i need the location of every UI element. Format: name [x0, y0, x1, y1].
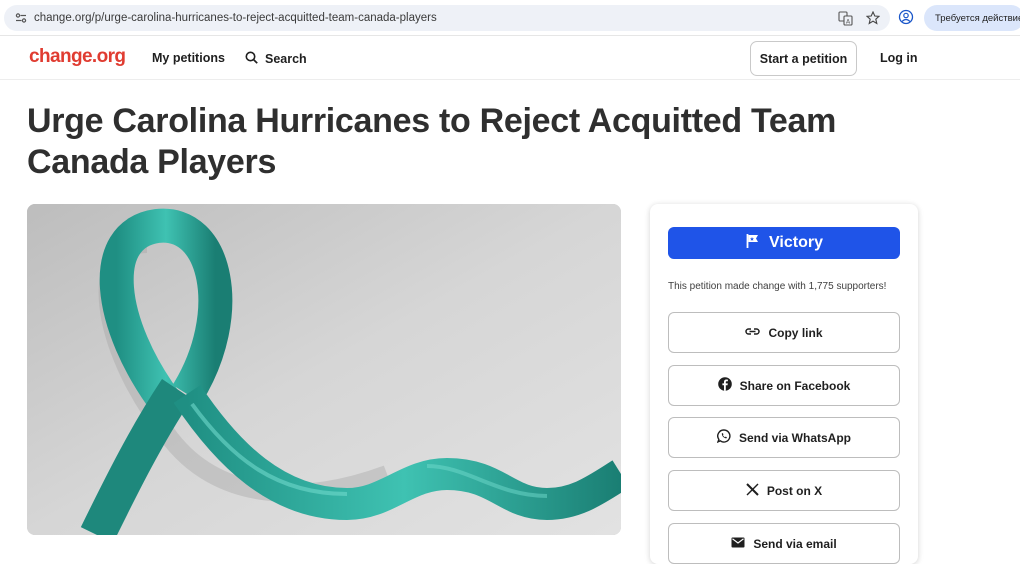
url-text[interactable]: change.org/p/urge-carolina-hurricanes-to…	[34, 12, 437, 24]
victory-badge[interactable]: Victory	[668, 227, 900, 259]
send-whatsapp-label: Send via WhatsApp	[738, 430, 851, 445]
nav-search-label: Search	[265, 52, 307, 66]
translate-icon[interactable]: A	[836, 9, 854, 27]
address-bar[interactable]: change.org/p/urge-carolina-hurricanes-to…	[4, 5, 890, 31]
search-icon	[245, 51, 258, 67]
site-header: change.org My petitions Search Start a p…	[0, 37, 1020, 80]
browser-toolbar: change.org/p/urge-carolina-hurricanes-to…	[0, 0, 1020, 36]
send-email-label: Send via email	[753, 536, 837, 551]
supporters-summary: This petition made change with 1,775 sup…	[668, 281, 887, 292]
action-required-chip[interactable]: Требуется действие	[924, 5, 1020, 31]
victory-label: Victory	[769, 234, 823, 251]
page-title: Urge Carolina Hurricanes to Reject Acqui…	[27, 102, 837, 181]
facebook-icon	[717, 377, 732, 394]
petition-status-card: Victory This petition made change with 1…	[650, 204, 918, 564]
profile-icon[interactable]	[898, 9, 914, 30]
post-on-x-button[interactable]: Post on X	[668, 470, 900, 511]
copy-link-label: Copy link	[768, 325, 823, 340]
share-facebook-button[interactable]: Share on Facebook	[668, 365, 900, 406]
post-on-x-label: Post on X	[766, 483, 823, 498]
logo[interactable]: change.org	[29, 46, 126, 68]
send-whatsapp-button[interactable]: Send via WhatsApp	[668, 417, 900, 458]
nav-search[interactable]: Search	[245, 51, 307, 67]
email-icon	[731, 537, 745, 551]
x-icon	[746, 482, 759, 499]
login-link[interactable]: Log in	[880, 51, 918, 65]
petition-image	[27, 204, 621, 535]
flag-icon	[745, 233, 761, 254]
site-info-icon[interactable]	[10, 12, 32, 24]
start-petition-button[interactable]: Start a petition	[750, 41, 857, 76]
copy-link-button[interactable]: Copy link	[668, 312, 900, 353]
nav-my-petitions[interactable]: My petitions	[152, 51, 225, 65]
bookmark-star-icon[interactable]	[864, 9, 882, 27]
link-icon	[745, 324, 761, 342]
send-email-button[interactable]: Send via email	[668, 523, 900, 564]
share-facebook-label: Share on Facebook	[739, 378, 851, 393]
whatsapp-icon	[716, 429, 731, 446]
